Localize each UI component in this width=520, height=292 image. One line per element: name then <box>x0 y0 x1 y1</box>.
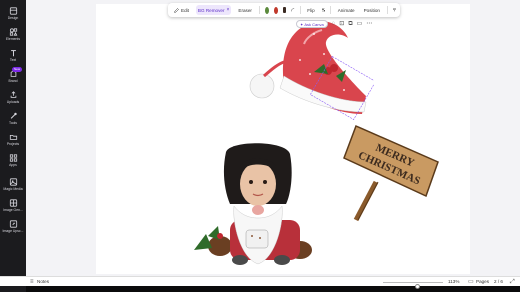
animate-button[interactable]: Animate <box>336 5 357 15</box>
sidebar-item-image-upscaler[interactable]: Image Upsc... <box>0 220 26 238</box>
close-icon[interactable]: × <box>226 7 229 13</box>
lock-icon[interactable]: ⊡ <box>339 20 344 28</box>
canva-editor: Design Elements Text New Brand Uploads T… <box>0 0 520 292</box>
sidebar-item-magic-media[interactable]: Magic Media <box>0 178 26 196</box>
sidebar-item-text[interactable]: Text <box>0 49 26 67</box>
position-button[interactable]: Position <box>362 5 382 15</box>
color-swatch-red[interactable] <box>273 6 278 14</box>
tools-icon <box>10 112 17 119</box>
color-swatch-green[interactable] <box>264 6 269 14</box>
comment-icon[interactable]: ◌ <box>332 20 336 28</box>
divider <box>258 6 260 14</box>
divider <box>386 6 388 14</box>
sidebar-item-label: Image Upsc... <box>2 229 24 233</box>
bottom-bar: ≡ Notes 113% ▭ Pages 2 / 6 ⤢ <box>0 276 520 289</box>
eraser-button[interactable]: Eraser <box>236 5 254 15</box>
sidebar-item-projects[interactable]: Projects <box>0 133 26 151</box>
sidebar-item-brand[interactable]: New Brand <box>0 67 26 88</box>
left-sidebar: Design Elements Text New Brand Uploads T… <box>0 0 26 292</box>
magic-media-icon <box>9 178 17 186</box>
flip-label: Flip <box>307 7 315 13</box>
apps-icon <box>9 154 17 162</box>
design-icon <box>9 7 17 15</box>
pages-icon[interactable]: ▭ <box>468 278 474 286</box>
merry-christmas-sign-graphic[interactable]: MERRY CHRISTMAS <box>342 122 442 224</box>
ask-canva-label: Ask Canva <box>304 21 324 27</box>
divider <box>330 6 331 14</box>
notes-button[interactable]: Notes <box>37 278 49 286</box>
sidebar-item-label: Tools <box>9 121 17 125</box>
image-gen-icon <box>9 199 17 207</box>
animate-label: Animate <box>337 7 355 13</box>
notes-icon[interactable]: ≡ <box>30 278 34 286</box>
sidebar-item-label: Projects <box>6 142 20 146</box>
duplicate-icon[interactable]: ⧉ <box>348 20 352 28</box>
sidebar-item-label: Image Gen... <box>3 208 23 212</box>
edit-label: Edit <box>181 7 189 13</box>
flip-button[interactable]: Flip <box>305 5 316 15</box>
ask-canva-button[interactable]: ✦ Ask Canva <box>296 20 328 28</box>
sidebar-item-label: Elements <box>5 37 21 41</box>
image-upscaler-icon <box>9 220 17 228</box>
divider <box>299 6 301 14</box>
bg-remover-button[interactable]: BG Remover × <box>195 5 232 15</box>
sidebar-item-elements[interactable]: Elements <box>0 28 26 46</box>
pages-button[interactable]: Pages <box>476 278 489 286</box>
eraser-label: Eraser <box>238 7 252 13</box>
elements-icon <box>9 28 17 36</box>
trash-icon[interactable]: ▭ <box>357 20 363 28</box>
more-options-icon[interactable]: ⋯ <box>366 20 372 28</box>
color-swatch-dark[interactable] <box>282 7 287 13</box>
curve-tool-icon[interactable] <box>291 7 295 13</box>
edit-button[interactable]: Edit <box>172 5 191 15</box>
projects-icon <box>9 135 17 140</box>
element-context-bar: ✦ Ask Canva ◌ ⊡ ⧉ ▭ ⋯ <box>296 20 372 28</box>
fullscreen-icon[interactable]: ⤢ <box>510 278 515 286</box>
bg-remover-label: BG Remover <box>197 7 225 13</box>
sidebar-item-uploads[interactable]: Uploads <box>0 91 26 109</box>
paint-format-icon[interactable] <box>392 7 397 13</box>
new-badge: New <box>12 67 22 72</box>
sidebar-item-label: Uploads <box>6 100 20 104</box>
transparency-icon[interactable] <box>321 7 326 13</box>
zoom-value[interactable]: 113% <box>448 278 459 286</box>
gnome-girl-graphic[interactable] <box>190 140 316 268</box>
sidebar-item-apps[interactable]: Apps <box>0 154 26 172</box>
sidebar-item-label: Brand <box>8 79 18 83</box>
zoom-slider[interactable] <box>383 281 443 289</box>
element-toolbar: Edit BG Remover × Eraser Flip Animate Po… <box>168 3 400 17</box>
sidebar-item-tools[interactable]: Tools <box>0 112 26 130</box>
page-indicator: 2 / 6 <box>494 279 503 284</box>
position-label: Position <box>363 7 380 13</box>
uploads-icon <box>10 91 16 98</box>
sidebar-item-image-gen[interactable]: Image Gen... <box>0 199 26 217</box>
zoom-slider-handle[interactable] <box>415 284 421 289</box>
sidebar-item-design[interactable]: Design <box>0 7 26 25</box>
sparkle-icon: ✦ <box>300 21 304 27</box>
sidebar-item-label: Design <box>7 16 19 20</box>
sidebar-item-label: Magic Media <box>3 187 23 191</box>
sidebar-item-label: Apps <box>9 163 17 167</box>
santa-hat-graphic[interactable] <box>244 14 374 120</box>
text-icon <box>10 50 16 57</box>
edit-icon <box>174 7 179 13</box>
sidebar-item-label: Text <box>9 58 17 62</box>
